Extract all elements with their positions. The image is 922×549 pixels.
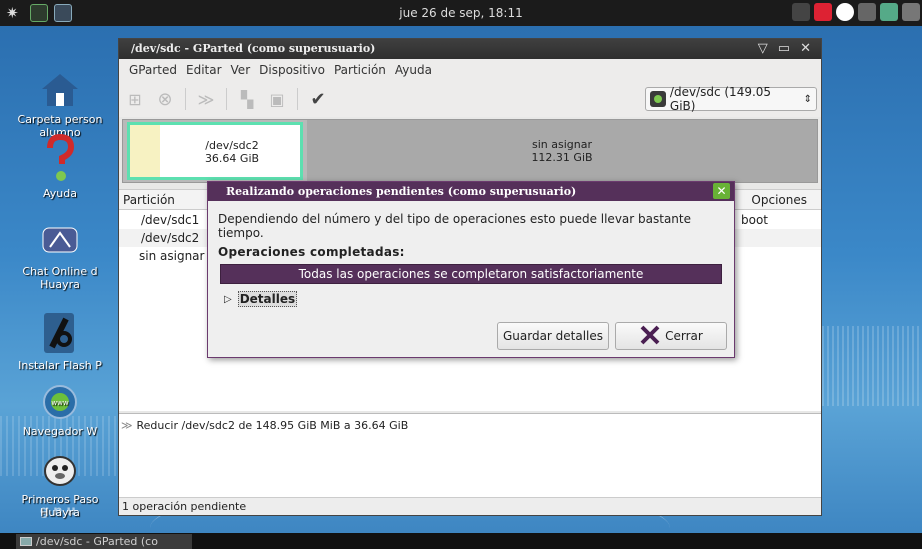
close-button[interactable]: Cerrar	[615, 322, 727, 350]
delete-icon[interactable]: ⊗	[155, 89, 175, 110]
toolbar: ⊞ ⊗ ≫ ▚ ▣ ✔ /dev/sdc (149.05 GiB) ⇕	[119, 81, 821, 117]
resize-move-icon[interactable]: ≫	[196, 89, 216, 109]
save-details-label: Guardar detalles	[502, 329, 604, 343]
device-selector-value: /dev/sdc (149.05 GiB)	[669, 85, 772, 113]
close-icon[interactable]: ✕	[800, 39, 811, 59]
row-flag: boot	[741, 213, 769, 227]
disk-icon	[650, 91, 666, 107]
taskbar-item-label: /dev/sdc - GParted (co	[36, 535, 158, 548]
close-x-icon	[639, 325, 661, 348]
partition-label: /dev/sdc2 36.64 GiB	[164, 139, 300, 165]
desktop-icon-label: Primeros Paso Huayra	[21, 493, 99, 519]
menu-particion[interactable]: Partición	[334, 63, 386, 77]
paste-icon[interactable]: ▣	[267, 89, 287, 109]
network-icon[interactable]	[792, 3, 810, 21]
copy-icon[interactable]: ▚	[237, 89, 257, 109]
desktop-icon-home[interactable]: Carpeta person alumno	[0, 70, 120, 139]
wallpaper-stripes	[812, 326, 922, 406]
taskbar-item-gparted[interactable]: /dev/sdc - GParted (co	[16, 534, 192, 549]
web-browser-icon: www	[40, 382, 80, 422]
dialog-title: Realizando operaciones pendientes (como …	[226, 185, 577, 198]
help-icon	[40, 134, 80, 184]
apply-check-icon[interactable]: ✔	[308, 89, 328, 110]
desktop-icon-label: Navegador W	[22, 425, 98, 438]
desktop-icon-label: Chat Online d Huayra	[22, 265, 98, 291]
diskmap-unallocated[interactable]: sin asignar 112.31 GiB	[307, 120, 817, 182]
toolbar-separator	[185, 88, 186, 110]
dialog-message: Dependiendo del número y del tipo de ope…	[218, 212, 691, 240]
update-alert-icon[interactable]	[814, 3, 832, 21]
shade-icon[interactable]: ▽	[758, 39, 768, 59]
menu-gparted[interactable]: GParted	[129, 63, 177, 77]
menu-editar[interactable]: Editar	[186, 63, 222, 77]
resize-operation-icon: ≫	[121, 419, 133, 432]
menu-dispositivo[interactable]: Dispositivo	[259, 63, 325, 77]
unallocated-size: 112.31 GiB	[531, 151, 593, 164]
used-space-bar	[130, 125, 160, 177]
toolbar-separator	[297, 88, 298, 110]
status-bar: 1 operación pendiente	[119, 497, 821, 515]
keyboard-layout-icon[interactable]	[902, 3, 920, 21]
column-header-partition[interactable]: Partición	[123, 193, 175, 207]
row-partition-name: sin asignar	[139, 249, 205, 263]
new-partition-icon[interactable]: ⊞	[125, 89, 145, 109]
desktop-icon-flash[interactable]: Instalar Flash P	[0, 310, 120, 372]
menubar: GParted Editar Ver Dispositivo Partición…	[119, 59, 821, 81]
details-expander[interactable]: ▷ Detalles	[224, 291, 298, 307]
unallocated-label: sin asignar 112.31 GiB	[307, 138, 817, 164]
partition-name: /dev/sdc2	[205, 139, 259, 152]
maximize-icon[interactable]: ▭	[778, 39, 790, 59]
expander-triangle-icon: ▷	[224, 293, 232, 305]
close-button-label: Cerrar	[665, 329, 703, 343]
clock[interactable]: jue 26 de sep, 18:11	[0, 6, 922, 20]
top-panel: ✷ jue 26 de sep, 18:11	[0, 0, 922, 26]
window-controls: ▽ ▭ ✕	[758, 39, 811, 59]
bottom-panel: /dev/sdc - GParted (co	[0, 533, 922, 549]
column-header-options[interactable]: Opciones	[751, 193, 807, 207]
system-tray	[792, 3, 920, 21]
progress-bar: Todas las operaciones se completaron sat…	[220, 264, 722, 284]
dialog-close-icon[interactable]: ✕	[713, 183, 730, 199]
window-title: /dev/sdc - GParted (como superusuario)	[131, 42, 376, 55]
menu-ayuda[interactable]: Ayuda	[395, 63, 432, 77]
row-partition-name: /dev/sdc2	[141, 231, 200, 245]
save-details-button[interactable]: Guardar detalles	[497, 322, 609, 350]
desktop-icon-help[interactable]: Ayuda	[0, 134, 120, 200]
first-steps-icon	[40, 450, 80, 490]
toolbar-separator	[226, 88, 227, 110]
volume-icon[interactable]	[858, 3, 876, 21]
dialog-titlebar[interactable]: Realizando operaciones pendientes (como …	[208, 182, 734, 201]
pending-operation-text: Reducir /dev/sdc2 de 148.95 GiB MiB a 36…	[136, 419, 409, 432]
apply-operations-dialog: Realizando operaciones pendientes (como …	[207, 181, 735, 358]
chat-icon	[40, 222, 80, 262]
menu-ver[interactable]: Ver	[231, 63, 251, 77]
device-selector[interactable]: /dev/sdc (149.05 GiB) ⇕	[645, 85, 817, 113]
completed-label: Operaciones completadas:	[218, 245, 405, 259]
desktop-icon-chat[interactable]: Chat Online d Huayra	[0, 222, 120, 291]
chevron-updown-icon: ⇕	[803, 93, 812, 105]
window-titlebar[interactable]: /dev/sdc - GParted (como superusuario) ▽…	[119, 39, 821, 59]
desktop-icon-label: Instalar Flash P	[18, 359, 102, 372]
flash-installer-icon	[40, 310, 80, 356]
details-label: Detalles	[237, 291, 298, 307]
pending-operation-item[interactable]: ≫ Reducir /dev/sdc2 de 148.95 GiB MiB a …	[121, 419, 408, 432]
battery-icon[interactable]	[880, 3, 898, 21]
accessibility-icon[interactable]	[836, 3, 854, 21]
progress-text: Todas las operaciones se completaron sat…	[298, 267, 644, 281]
desktop-icon-browser[interactable]: www Navegador W	[0, 382, 120, 438]
row-partition-name: /dev/sdc1	[141, 213, 200, 227]
unallocated-name: sin asignar	[531, 138, 592, 151]
partition-size: 36.64 GiB	[204, 152, 260, 165]
desktop-icon-first-steps[interactable]: Primeros Paso Huayra	[0, 450, 120, 519]
home-folder-icon	[40, 70, 80, 110]
disk-map: /dev/sdc2 36.64 GiB sin asignar 112.31 G…	[122, 119, 818, 183]
window-icon	[20, 537, 32, 546]
diskmap-partition-sdc2[interactable]: /dev/sdc2 36.64 GiB	[127, 122, 303, 180]
desktop-icon-label: Ayuda	[43, 187, 77, 200]
pending-operations-pane: ≫ Reducir /dev/sdc2 de 148.95 GiB MiB a …	[119, 413, 821, 497]
svg-text:www: www	[51, 399, 68, 407]
